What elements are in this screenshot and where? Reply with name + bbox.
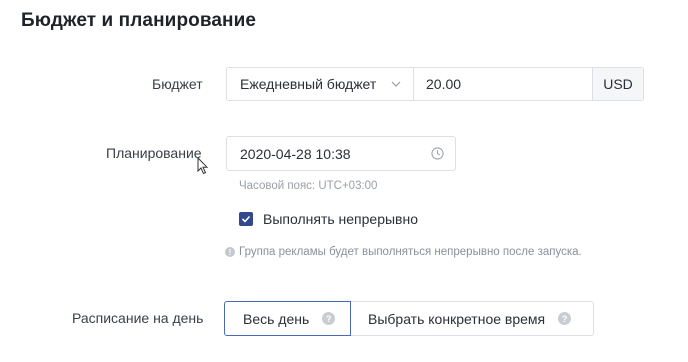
budget-amount-value: 20.00 xyxy=(426,76,462,92)
clock-icon xyxy=(431,147,444,160)
start-datetime-value: 2020-04-28 10:38 xyxy=(240,145,351,162)
option-specific-time-button[interactable]: Выбрать конкретное время ? xyxy=(351,301,594,336)
info-icon: ! xyxy=(225,247,235,257)
help-icon[interactable]: ? xyxy=(322,312,336,325)
continuous-checkbox-row[interactable]: Выполнять непрерывно xyxy=(239,211,418,227)
continuous-label: Выполнять непрерывно xyxy=(263,211,419,227)
option-all-day-button[interactable]: Весь день ? xyxy=(224,301,351,336)
budget-type-select[interactable]: Ежедневный бюджет xyxy=(227,68,414,100)
budget-type-value: Ежедневный бюджет xyxy=(240,76,377,92)
section-title: Бюджет и планирование xyxy=(21,10,257,31)
check-icon xyxy=(241,215,251,223)
day-schedule-label: Расписание на день xyxy=(72,310,204,326)
schedule-label: Планирование xyxy=(106,145,202,161)
option-all-day-label: Весь день xyxy=(243,310,310,327)
budget-amount-input[interactable]: 20.00 xyxy=(414,68,593,100)
budget-label: Бюджет xyxy=(152,76,203,92)
currency-addon: USD xyxy=(593,68,643,100)
day-schedule-toggle: Весь день ? Выбрать конкретное время ? xyxy=(224,301,594,336)
chevron-down-icon xyxy=(391,81,401,87)
timezone-note: Часовой пояс: UTC+03:00 xyxy=(239,180,378,192)
help-icon[interactable]: ? xyxy=(558,312,572,325)
continuous-checkbox[interactable] xyxy=(239,212,253,226)
info-text: Группа рекламы будет выполняться непреры… xyxy=(239,246,582,258)
option-specific-time-label: Выбрать конкретное время xyxy=(368,310,546,327)
start-datetime-picker[interactable]: 2020-04-28 10:38 xyxy=(226,136,456,171)
info-message: ! Группа рекламы будет выполняться непре… xyxy=(225,246,582,258)
budget-input-group: Ежедневный бюджет 20.00 USD xyxy=(226,67,644,101)
mouse-cursor-icon xyxy=(197,157,209,175)
